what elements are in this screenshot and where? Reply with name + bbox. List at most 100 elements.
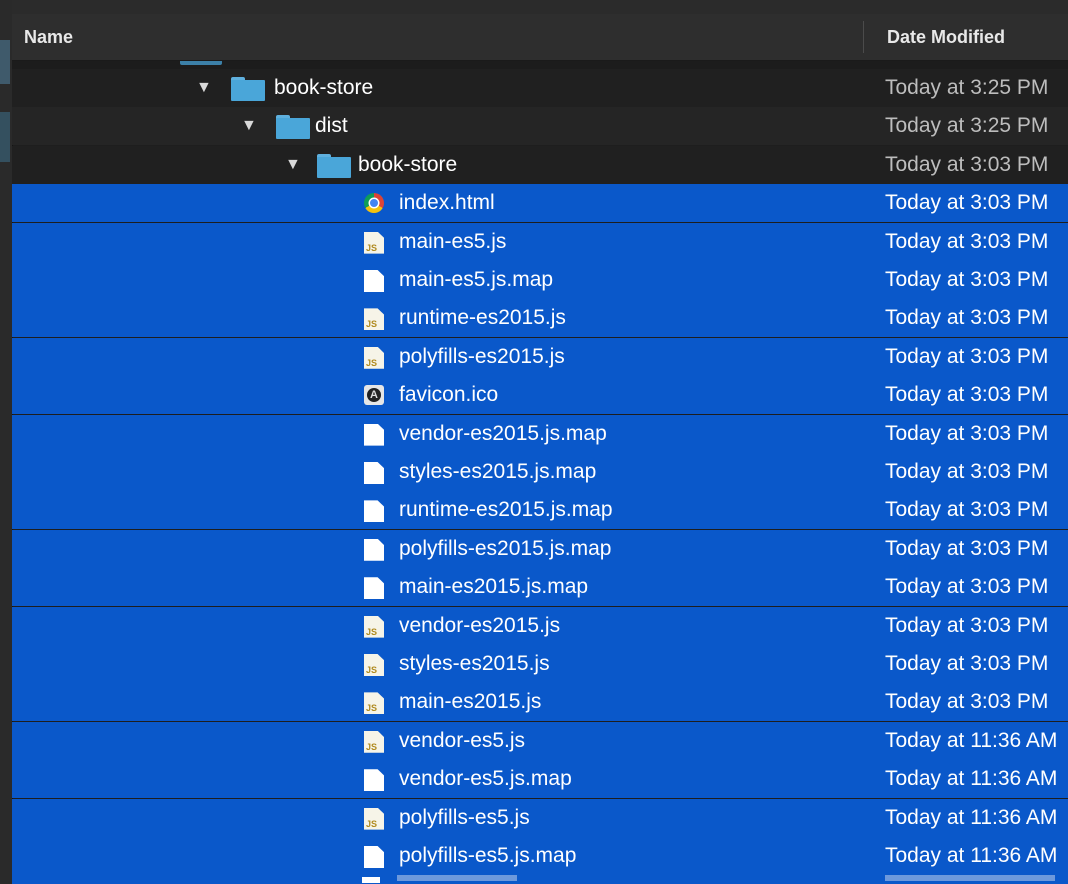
file-name: main-es2015.js.map [399, 575, 589, 599]
file-name: polyfills-es2015.js.map [399, 536, 612, 560]
date-modified-column-header[interactable]: Date Modified [887, 27, 1005, 48]
file-name: favicon.ico [399, 383, 499, 407]
date-modified: Today at 3:03 PM [885, 652, 1049, 675]
file-name: polyfills-es2015.js [399, 344, 565, 368]
file-name: runtime-es2015.js [399, 306, 566, 330]
date-modified: Today at 3:03 PM [885, 690, 1049, 714]
date-modified: Today at 3:03 PM [885, 536, 1049, 560]
document-file-icon [362, 877, 380, 884]
date-modified: Today at 3:03 PM [885, 229, 1049, 253]
date-modified: Today at 3:03 PM [885, 344, 1049, 368]
folder-icon [180, 61, 222, 65]
folder-row[interactable]: ▼ dist Today at 3:25 PM [12, 107, 1068, 146]
toolbar-edge [12, 0, 1068, 14]
folder-icon [317, 153, 351, 178]
file-name: index.html [399, 191, 495, 215]
file-name: main-es5.js [399, 229, 507, 253]
file-row[interactable]: JS runtime-es2015.js Today at 3:03 PM [12, 299, 1068, 338]
name-column-header[interactable]: Name [24, 27, 73, 48]
javascript-file-icon: JS [364, 692, 384, 715]
disclosure-triangle-icon[interactable]: ▼ [285, 146, 301, 184]
document-file-icon [364, 846, 384, 868]
file-name: polyfills-es5.js [399, 805, 530, 829]
date-modified: Today at 3:25 PM [885, 114, 1049, 138]
javascript-file-icon: JS [364, 615, 384, 638]
document-file-icon [364, 577, 384, 600]
date-modified: Today at 3:03 PM [885, 575, 1049, 599]
file-name: dist [315, 114, 348, 138]
file-row[interactable]: runtime-es2015.js.map Today at 3:03 PM [12, 491, 1068, 530]
file-row[interactable]: vendor-es5.js.map Today at 11:36 AM [12, 760, 1068, 799]
date-modified: Today at 3:03 PM [885, 152, 1049, 176]
file-row[interactable]: JS main-es5.js Today at 3:03 PM [12, 222, 1068, 261]
file-name: styles-es2015.js [399, 652, 550, 675]
folder-row[interactable]: ▼ book-store Today at 3:25 PM [12, 69, 1068, 107]
file-name: book-store [358, 152, 458, 176]
angular-favicon-icon [364, 385, 384, 406]
date-modified: Today at 3:03 PM [885, 460, 1049, 483]
date-modified: Today at 3:03 PM [885, 498, 1049, 522]
document-file-icon [364, 769, 384, 792]
javascript-file-icon: JS [364, 730, 384, 753]
date-modified: Today at 3:03 PM [885, 306, 1049, 330]
file-row[interactable]: main-es2015.js.map Today at 3:03 PM [12, 568, 1068, 607]
document-file-icon [364, 270, 384, 292]
date-modified: Today at 3:25 PM [885, 76, 1049, 99]
file-row[interactable]: styles-es2015.js.map Today at 3:03 PM [12, 453, 1068, 491]
file-row[interactable]: polyfills-es5.js.map Today at 11:36 AM [12, 837, 1068, 875]
folder-icon [276, 115, 310, 140]
javascript-file-icon: JS [364, 807, 384, 830]
sidebar-selection-marker [0, 40, 10, 84]
javascript-file-icon: JS [364, 308, 384, 331]
disclosure-triangle-icon[interactable]: ▼ [196, 69, 212, 107]
chrome-html-file-icon [364, 193, 384, 214]
file-row[interactable]: main-es5.js.map Today at 3:03 PM [12, 261, 1068, 299]
file-row[interactable]: JS vendor-es2015.js Today at 3:03 PM [12, 606, 1068, 645]
javascript-file-icon: JS [364, 231, 384, 254]
column-divider[interactable] [863, 21, 864, 53]
date-modified: Today at 11:36 AM [885, 728, 1058, 752]
file-row[interactable]: favicon.ico Today at 3:03 PM [12, 376, 1068, 415]
file-name: book-store [274, 76, 374, 99]
file-row[interactable]: JS styles-es2015.js Today at 3:03 PM [12, 645, 1068, 683]
date-modified: Today at 11:36 AM [885, 767, 1058, 791]
date-modified: Today at 3:03 PM [885, 268, 1049, 291]
date-modified: Today at 3:03 PM [885, 383, 1049, 407]
file-name: main-es2015.js [399, 690, 542, 714]
file-row[interactable]: JS vendor-es5.js Today at 11:36 AM [12, 721, 1068, 760]
file-row[interactable]: index.html Today at 3:03 PM [12, 184, 1068, 223]
document-file-icon [364, 538, 384, 561]
file-name: main-es5.js.map [399, 268, 554, 291]
file-name: vendor-es2015.js [399, 613, 561, 637]
document-file-icon [364, 462, 384, 484]
file-name: vendor-es5.js [399, 728, 526, 752]
file-row[interactable]: JS polyfills-es5.js Today at 11:36 AM [12, 798, 1068, 837]
column-header: Name Date Modified [12, 14, 1068, 61]
date-modified: Today at 3:03 PM [885, 613, 1049, 637]
date-modified: Today at 11:36 AM [885, 844, 1058, 867]
partial-row-below [12, 875, 1068, 884]
file-row[interactable]: vendor-es2015.js.map Today at 3:03 PM [12, 414, 1068, 453]
date-modified: Today at 3:03 PM [885, 191, 1049, 215]
file-name: vendor-es5.js.map [399, 767, 572, 791]
file-row[interactable]: JS polyfills-es2015.js Today at 3:03 PM [12, 337, 1068, 376]
file-row[interactable]: JS main-es2015.js Today at 3:03 PM [12, 683, 1068, 722]
folder-row[interactable]: ▼ book-store Today at 3:03 PM [12, 145, 1068, 184]
file-name: styles-es2015.js.map [399, 460, 597, 483]
document-file-icon [364, 423, 384, 446]
date-modified: Today at 3:03 PM [885, 421, 1049, 445]
file-name: runtime-es2015.js.map [399, 498, 613, 522]
file-name: polyfills-es5.js.map [399, 844, 577, 867]
disclosure-triangle-icon[interactable]: ▼ [241, 107, 257, 145]
file-list: ▼ book-store Today at 3:25 PM ▼ dist Today at… [12, 61, 1068, 884]
file-name: vendor-es2015.js.map [399, 421, 607, 445]
file-row[interactable]: polyfills-es2015.js.map Today at 3:03 PM [12, 529, 1068, 568]
partial-row-above [12, 61, 1068, 69]
cut-off-text [885, 875, 1055, 882]
document-file-icon [364, 500, 384, 523]
date-modified: Today at 11:36 AM [885, 805, 1058, 829]
javascript-file-icon: JS [364, 346, 384, 369]
folder-icon [231, 77, 265, 101]
sidebar-selection-marker [0, 112, 10, 162]
cut-off-text [397, 875, 517, 882]
